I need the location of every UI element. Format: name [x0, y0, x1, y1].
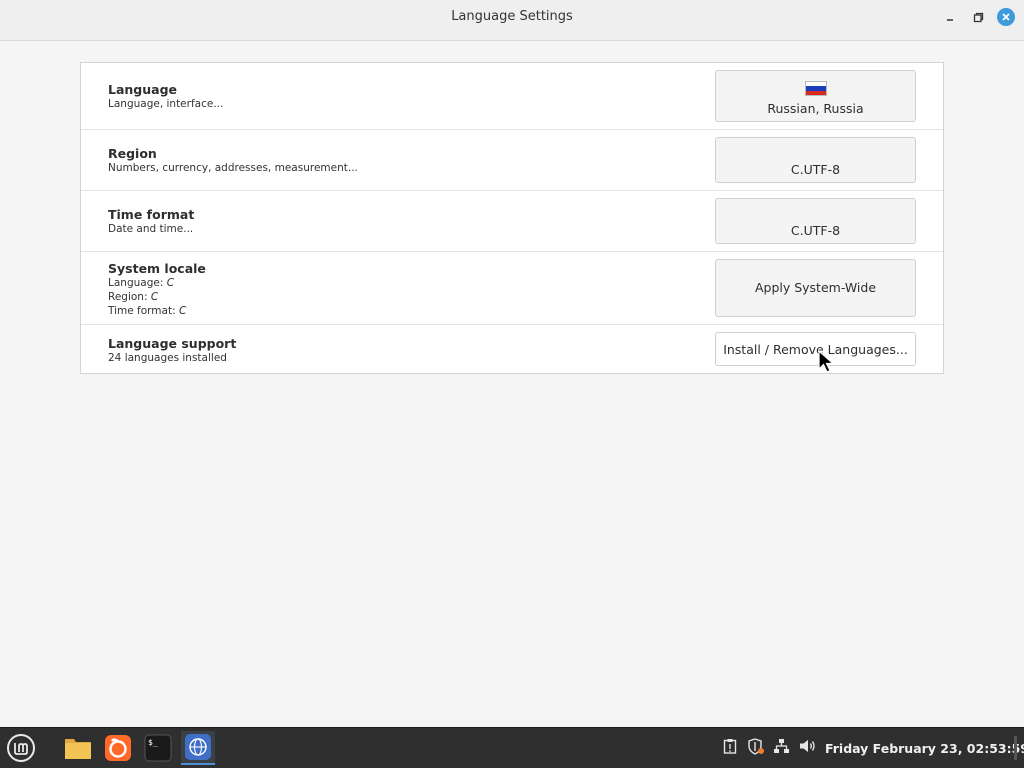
terminal-icon: $_ [144, 734, 172, 762]
time-format-label: Time format [108, 207, 195, 222]
language-button-label: Russian, Russia [767, 101, 864, 116]
mouse-pointer-icon [818, 350, 835, 373]
maximize-button[interactable] [969, 8, 987, 26]
time-format-row: Time format Date and time... C.UTF-8 [81, 191, 943, 252]
terminal-taskbar-button[interactable]: $_ [141, 731, 175, 765]
network-tray-button[interactable] [773, 738, 790, 758]
region-button[interactable]: C.UTF-8 [715, 137, 916, 183]
taskbar: $_ Friday February 23, 02:53:59 [0, 727, 1024, 768]
title-bar: Language Settings [0, 0, 1024, 41]
locale-language-line: Language: C [108, 277, 175, 289]
taskbar-clock[interactable]: Friday February 23, 02:53:59 [825, 741, 1024, 756]
close-button[interactable] [997, 8, 1015, 26]
minimize-button[interactable] [941, 8, 959, 26]
files-icon [65, 739, 91, 759]
locale-region-line: Region: C [108, 291, 159, 303]
system-locale-details: Language: C Region: C Time format: C [108, 276, 186, 318]
apply-system-wide-button[interactable]: Apply System-Wide [715, 259, 916, 317]
region-label: Region [108, 146, 157, 161]
language-button[interactable]: Russian, Russia [715, 70, 916, 122]
files-taskbar-button[interactable] [61, 731, 95, 765]
time-format-button-label: C.UTF-8 [790, 223, 841, 238]
settings-panel: Language Language, interface... Russian,… [80, 62, 944, 374]
minimize-icon [947, 19, 953, 21]
system-locale-row: System locale Language: C Region: C Time… [81, 252, 943, 325]
language-settings-icon [185, 734, 211, 760]
restore-icon [973, 12, 983, 22]
volume-icon [800, 740, 815, 752]
install-remove-languages-label: Install / Remove Languages... [723, 342, 908, 357]
window-title: Language Settings [451, 9, 573, 24]
language-support-row: Language support 24 languages installed … [81, 325, 943, 373]
mint-menu-button[interactable] [4, 731, 38, 765]
shield-icon [748, 738, 764, 755]
volume-tray-button[interactable] [799, 738, 817, 758]
shield-tray-button[interactable] [747, 738, 765, 759]
language-row: Language Language, interface... Russian,… [81, 63, 943, 130]
locale-time-format-line: Time format: C [108, 305, 187, 317]
russia-flag-icon [805, 81, 827, 96]
language-support-description: 24 languages installed [108, 352, 227, 364]
firefox-taskbar-button[interactable] [101, 731, 135, 765]
language-support-label: Language support [108, 336, 237, 351]
apply-system-wide-label: Apply System-Wide [754, 280, 877, 295]
language-label: Language [108, 82, 178, 97]
region-description: Numbers, currency, addresses, measuremen… [108, 162, 358, 174]
region-row: Region Numbers, currency, addresses, mea… [81, 130, 943, 191]
install-remove-languages-button[interactable]: Install / Remove Languages... [715, 332, 916, 366]
system-locale-label: System locale [108, 261, 206, 276]
time-format-description: Date and time... [108, 223, 194, 235]
svg-text:$_: $_ [148, 738, 158, 747]
region-button-label: C.UTF-8 [790, 162, 841, 177]
clipboard-icon [723, 739, 737, 754]
mint-menu-icon [7, 734, 35, 762]
language-settings-taskbar-button[interactable] [181, 731, 215, 765]
close-icon [1002, 13, 1010, 21]
network-icon [774, 739, 789, 753]
firefox-icon [105, 735, 131, 761]
clipboard-tray-button[interactable] [723, 738, 737, 758]
time-format-button[interactable]: C.UTF-8 [715, 198, 916, 244]
show-desktop-button[interactable] [1014, 736, 1017, 760]
language-description: Language, interface... [108, 98, 224, 110]
